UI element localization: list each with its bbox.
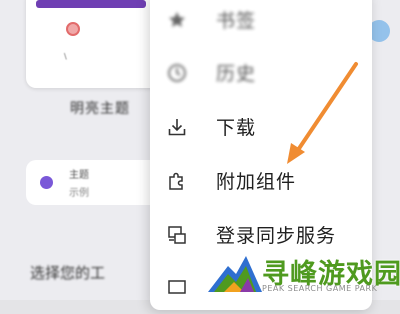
- menu-item-downloads[interactable]: 下载: [150, 102, 372, 152]
- device-icon: [168, 280, 186, 294]
- menu-item-label: 下载: [216, 117, 257, 139]
- menu-item-label: 书签: [216, 10, 257, 32]
- section-title: 选择您的工: [30, 264, 106, 282]
- clock-icon: [168, 64, 186, 82]
- theme-card-icon: [66, 22, 80, 36]
- theme-card-tag: \: [64, 52, 67, 61]
- menu-item-label: 历史: [216, 63, 257, 85]
- star-icon: [169, 12, 185, 27]
- sync-device-icon: [168, 226, 186, 244]
- download-icon: [168, 119, 186, 136]
- menu-item-addons[interactable]: 附加组件: [150, 156, 372, 206]
- menu-item-bookmarks[interactable]: 书签: [150, 0, 372, 45]
- theme-card[interactable]: \: [26, 0, 161, 88]
- watermark-subtitle: PEAK SEARCH GAME PARK: [262, 284, 378, 293]
- puzzle-icon: [169, 172, 183, 190]
- theme-option[interactable]: 主题 示例: [26, 160, 166, 205]
- theme-option-title: 主题: [69, 170, 89, 181]
- menu-item-label: 附加组件: [216, 171, 297, 193]
- watermark-logo-icon: [208, 256, 262, 292]
- menu-item-history[interactable]: 历史: [150, 48, 372, 98]
- theme-heading: 明亮主题: [70, 101, 130, 117]
- theme-card-header: [36, 0, 146, 8]
- menu-item-label: 登录同步服务: [216, 225, 337, 247]
- radio-dot-icon: [40, 176, 53, 189]
- watermark: 寻峰游戏园 PEAK SEARCH GAME PARK: [200, 248, 400, 300]
- theme-option-subtitle: 示例: [69, 188, 89, 199]
